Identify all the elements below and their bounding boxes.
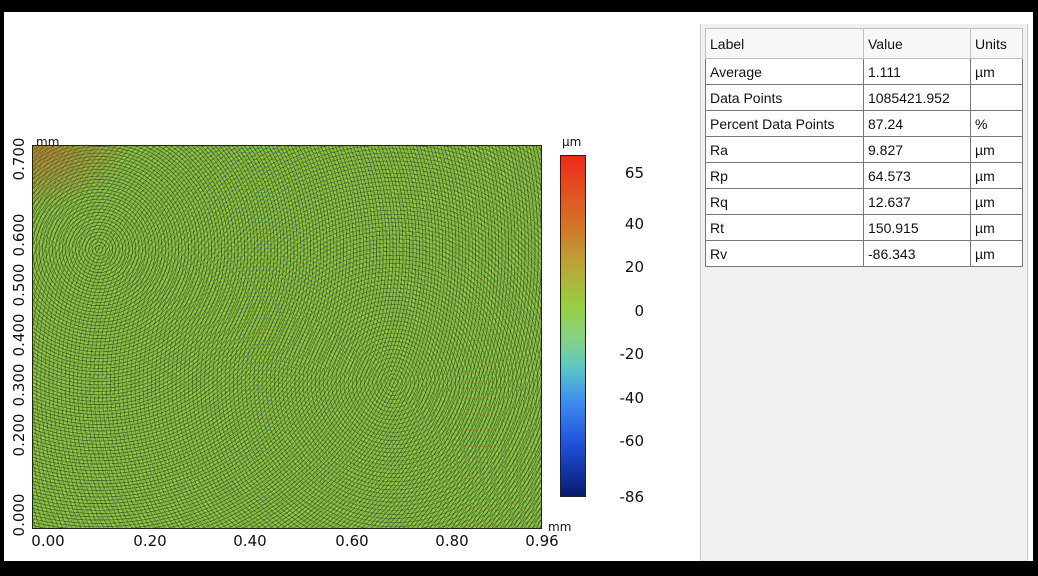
cell-value: -86.343 xyxy=(863,240,971,267)
table-row[interactable]: Percent Data Points 87.24% xyxy=(705,110,1023,137)
cell-label: Average xyxy=(705,58,864,85)
cell-units: µm xyxy=(970,188,1023,215)
cell-units: % xyxy=(970,110,1023,137)
colorbar-tick-label: 40 xyxy=(624,215,644,233)
statistics-table: Label Value Units Average 1.111 µm Data Poi… xyxy=(705,28,1023,267)
cell-label: Rp xyxy=(705,162,864,189)
table-row[interactable]: Average 1.111 µm xyxy=(705,58,1023,85)
table-row[interactable]: Rp 64.573 µm xyxy=(705,162,1023,189)
cell-value: 87.24 xyxy=(863,110,971,137)
colorbar-unit: µm xyxy=(562,135,582,149)
surface-plot-area: mm µm mm 0.000 0.200 0.300 0.400 0.500 0.600 0… xyxy=(4,12,694,561)
colorbar-tick-label: -60 xyxy=(619,432,645,450)
colorbar-ticks: 65 40 20 0 -20 -40 -60 -86 xyxy=(594,155,645,506)
x-tick-label: 0.40 xyxy=(233,532,267,550)
surface-heatmap[interactable] xyxy=(32,145,542,529)
x-tick-label: 0.80 xyxy=(435,532,469,550)
colorbar-tick-label: 20 xyxy=(624,258,644,276)
cell-value: 1.111 xyxy=(863,58,971,85)
cell-value: 12.637 xyxy=(863,188,971,215)
y-axis-ticks: 0.000 0.200 0.300 0.400 0.500 0.600 0.700 xyxy=(8,138,30,537)
cell-label: Rt xyxy=(705,214,864,241)
cell-value: 9.827 xyxy=(863,136,971,163)
cell-units: µm xyxy=(970,162,1023,189)
column-header-units[interactable]: Units xyxy=(970,28,1023,59)
y-tick-label: 0.300 xyxy=(10,363,28,407)
x-tick-label: 0.60 xyxy=(335,532,369,550)
cell-label: Percent Data Points xyxy=(705,110,864,137)
cell-label: Ra xyxy=(705,136,864,163)
colorbar xyxy=(560,155,586,497)
cell-label: Rv xyxy=(705,240,864,267)
cell-label: Rq xyxy=(705,188,864,215)
table-row[interactable]: Rq 12.637 µm xyxy=(705,188,1023,215)
colorbar-tick-label: -86 xyxy=(619,488,645,506)
column-header-label[interactable]: Label xyxy=(705,28,864,59)
cell-units: µm xyxy=(970,58,1023,85)
x-tick-label: 0.96 xyxy=(525,532,559,550)
colorbar-tick-label: 0 xyxy=(634,302,644,320)
y-tick-label: 0.400 xyxy=(10,313,28,357)
x-tick-label: 0.00 xyxy=(31,532,65,550)
cell-units: µm xyxy=(970,214,1023,241)
x-tick-label: 0.20 xyxy=(133,532,167,550)
y-tick-label: 0.700 xyxy=(10,137,28,181)
cell-value: 64.573 xyxy=(863,162,971,189)
colorbar-tick-label: -20 xyxy=(619,345,645,363)
colorbar-tick-label: 65 xyxy=(624,164,644,182)
table-row[interactable]: Rv -86.343 µm xyxy=(705,240,1023,267)
cell-value: 1085421.952 xyxy=(863,84,971,111)
y-tick-label: 0.500 xyxy=(10,263,28,307)
y-tick-label: 0.600 xyxy=(10,213,28,257)
cell-units: µm xyxy=(970,136,1023,163)
y-tick-label: 0.200 xyxy=(10,413,28,457)
window-frame: mm µm mm 0.000 0.200 0.300 0.400 0.500 0.600 0… xyxy=(4,12,1033,561)
cell-label: Data Points xyxy=(705,84,864,111)
table-row[interactable]: Data Points 1085421.952 xyxy=(705,84,1023,111)
column-header-value[interactable]: Value xyxy=(863,28,971,59)
colorbar-tick-label: -40 xyxy=(619,389,645,407)
table-row[interactable]: Ra 9.827 µm xyxy=(705,136,1023,163)
statistics-panel: Label Value Units Average 1.111 µm Data Poi… xyxy=(700,24,1028,561)
cell-units xyxy=(970,84,1023,111)
cell-units: µm xyxy=(970,240,1023,267)
cell-value: 150.915 xyxy=(863,214,971,241)
x-axis-ticks: 0.00 0.20 0.40 0.60 0.80 0.96 xyxy=(31,532,558,556)
y-tick-label: 0.000 xyxy=(10,493,28,537)
table-row[interactable]: Rt 150.915 µm xyxy=(705,214,1023,241)
